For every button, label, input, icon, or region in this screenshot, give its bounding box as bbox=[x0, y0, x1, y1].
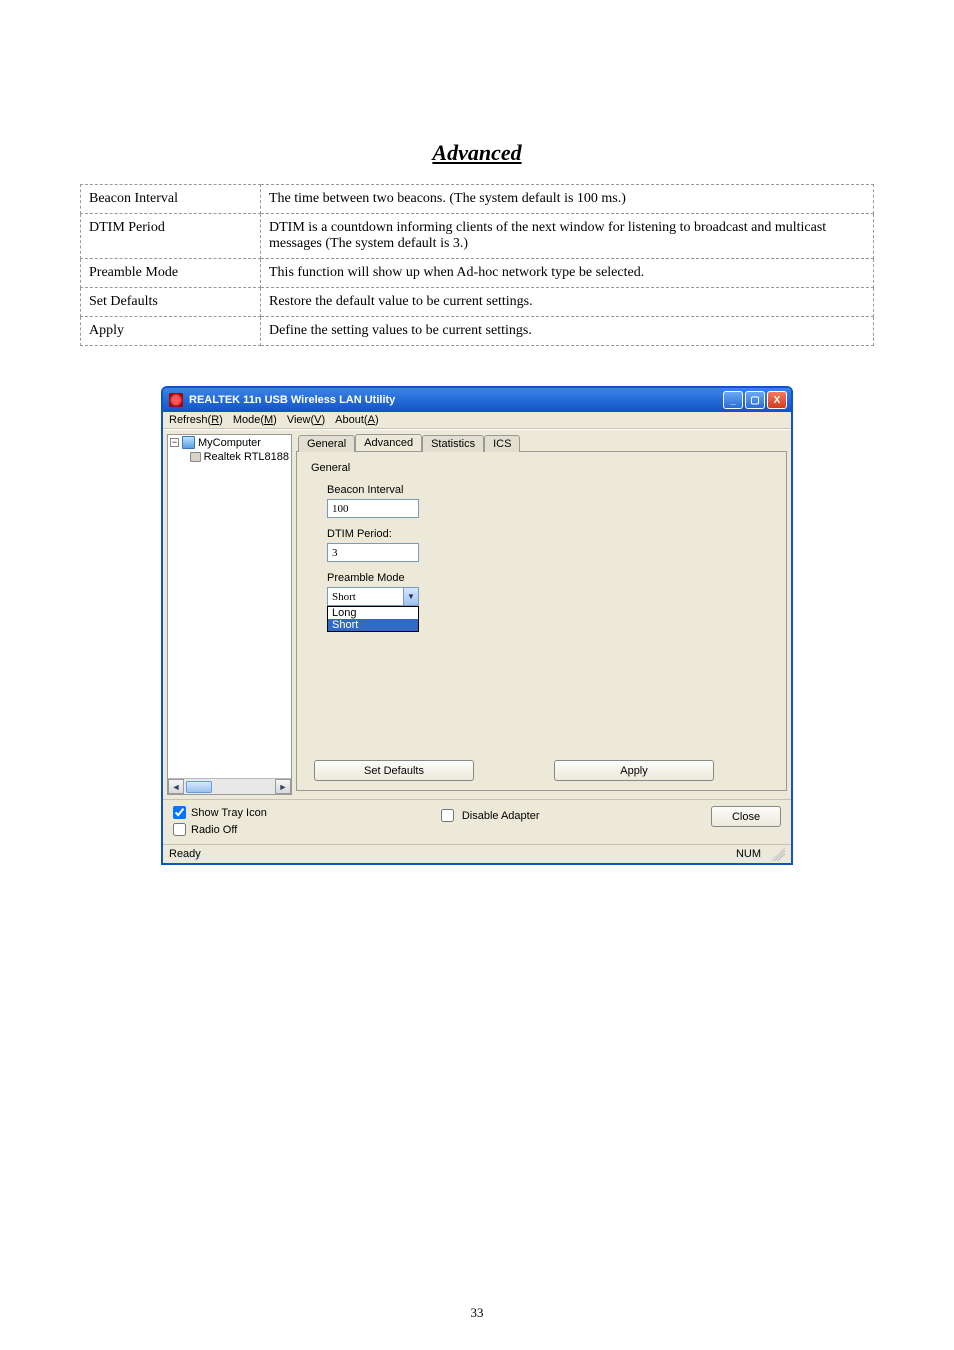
tab-row: GeneralAdvancedStatisticsICS bbox=[298, 434, 787, 451]
def-desc: DTIM is a countdown informing clients of… bbox=[261, 214, 874, 259]
def-term: Apply bbox=[81, 317, 261, 346]
tree-horizontal-scrollbar[interactable]: ◄ ► bbox=[168, 778, 291, 794]
show-tray-checkbox[interactable]: Show Tray Icon bbox=[173, 806, 267, 819]
menu-item[interactable]: About(A) bbox=[335, 414, 378, 426]
tree-child-label[interactable]: Realtek RTL8188 bbox=[204, 451, 289, 463]
disable-adapter-label: Disable Adapter bbox=[462, 810, 540, 822]
radio-off-checkbox[interactable]: Radio Off bbox=[173, 823, 267, 836]
section-heading: Advanced bbox=[80, 140, 874, 166]
tree-root-label[interactable]: MyComputer bbox=[198, 437, 261, 449]
disable-adapter-checkbox[interactable]: Disable Adapter bbox=[437, 806, 540, 825]
app-icon bbox=[169, 393, 183, 407]
beacon-input[interactable] bbox=[327, 499, 419, 518]
dtim-label: DTIM Period: bbox=[327, 528, 774, 540]
computer-icon bbox=[182, 436, 195, 449]
adapter-icon bbox=[190, 452, 201, 462]
set-defaults-button[interactable]: Set Defaults bbox=[314, 760, 474, 781]
tab-statistics[interactable]: Statistics bbox=[422, 435, 484, 452]
preamble-label: Preamble Mode bbox=[327, 572, 774, 584]
preamble-option[interactable]: Long bbox=[328, 607, 418, 619]
preamble-option[interactable]: Short bbox=[328, 619, 418, 631]
chevron-down-icon[interactable]: ▼ bbox=[403, 588, 418, 605]
scroll-left-icon[interactable]: ◄ bbox=[168, 779, 184, 794]
def-term: Set Defaults bbox=[81, 288, 261, 317]
tab-general[interactable]: General bbox=[298, 435, 355, 452]
preamble-dropdown-list[interactable]: LongShort bbox=[327, 606, 419, 632]
menu-bar: Refresh(R) Mode(M) View(V) About(A) bbox=[163, 412, 791, 429]
def-desc: Define the setting values to be current … bbox=[261, 317, 874, 346]
def-term: DTIM Period bbox=[81, 214, 261, 259]
status-num: NUM bbox=[736, 848, 761, 860]
def-desc: Restore the default value to be current … bbox=[261, 288, 874, 317]
apply-button[interactable]: Apply bbox=[554, 760, 714, 781]
scroll-right-icon[interactable]: ► bbox=[275, 779, 291, 794]
window-close-button[interactable]: X bbox=[767, 391, 787, 409]
close-button[interactable]: Close bbox=[711, 806, 781, 827]
page-number: 33 bbox=[0, 1305, 954, 1321]
def-term: Preamble Mode bbox=[81, 259, 261, 288]
beacon-label: Beacon Interval bbox=[327, 484, 774, 496]
radio-off-label: Radio Off bbox=[191, 824, 237, 836]
menu-item[interactable]: Mode(M) bbox=[233, 414, 277, 426]
maximize-button[interactable]: ▢ bbox=[745, 391, 765, 409]
tab-ics[interactable]: ICS bbox=[484, 435, 520, 452]
menu-item[interactable]: View(V) bbox=[287, 414, 325, 426]
scroll-thumb[interactable] bbox=[186, 781, 212, 793]
def-desc: The time between two beacons. (The syste… bbox=[261, 185, 874, 214]
resize-grip-icon[interactable] bbox=[771, 847, 785, 861]
status-bar: Ready NUM bbox=[163, 844, 791, 863]
window-title: REALTEK 11n USB Wireless LAN Utility bbox=[189, 394, 723, 406]
tree-collapse-icon[interactable]: − bbox=[170, 438, 179, 447]
menu-item[interactable]: Refresh(R) bbox=[169, 414, 223, 426]
tab-panel-advanced: General Beacon Interval DTIM Period: Pre… bbox=[296, 451, 787, 791]
def-desc: This function will show up when Ad-hoc n… bbox=[261, 259, 874, 288]
definitions-table: Beacon IntervalThe time between two beac… bbox=[80, 184, 874, 346]
tab-advanced[interactable]: Advanced bbox=[355, 434, 422, 451]
status-ready: Ready bbox=[169, 848, 736, 860]
def-term: Beacon Interval bbox=[81, 185, 261, 214]
group-label: General bbox=[311, 462, 774, 474]
device-tree[interactable]: − MyComputer Realtek RTL8188 ◄ ► bbox=[167, 434, 292, 795]
titlebar[interactable]: REALTEK 11n USB Wireless LAN Utility _ ▢… bbox=[163, 388, 791, 412]
app-window: REALTEK 11n USB Wireless LAN Utility _ ▢… bbox=[161, 386, 793, 865]
dtim-input[interactable] bbox=[327, 543, 419, 562]
show-tray-label: Show Tray Icon bbox=[191, 807, 267, 819]
minimize-button[interactable]: _ bbox=[723, 391, 743, 409]
